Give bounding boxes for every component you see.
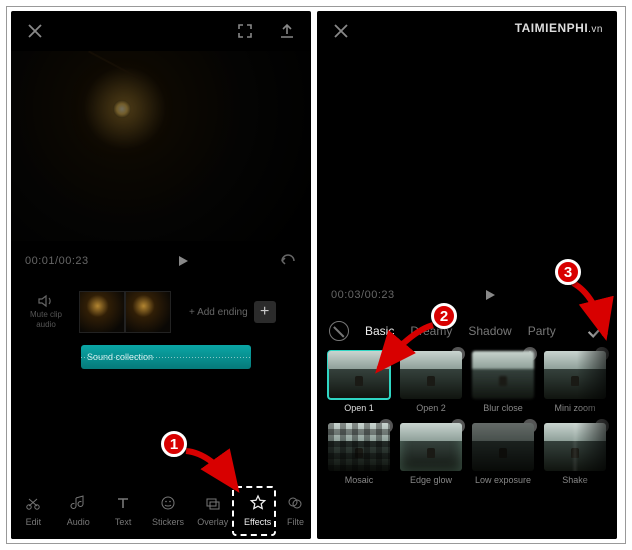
effect-edge-glow[interactable]: Edge glow [399,423,463,485]
watermark: TAIMIENPHI.vn [515,21,603,35]
fullscreen-icon[interactable] [235,21,255,41]
effects-grid: Open 1 Open 2 Blur close Mini zoom Mosai [317,351,617,495]
tool-label: Audio [67,517,90,527]
tool-label: Effects [244,517,271,527]
mute-clip-audio-button[interactable]: Mute clip audio [21,294,71,329]
no-effect-icon[interactable] [329,321,349,341]
scissors-icon [24,493,42,513]
phone-left: 00:01/00:23 Mute clip audio + Add endi [11,11,311,539]
annotation-badge-2: 2 [431,303,457,329]
timecode: 00:03/00:23 [331,289,395,301]
tool-label: Filte [287,517,304,527]
tutorial-frame: 00:01/00:23 Mute clip audio + Add endi [6,6,626,544]
timecode: 00:01/00:23 [25,255,89,267]
effect-mini-zoom[interactable]: Mini zoom [543,351,607,413]
tool-label: Overlay [197,517,228,527]
video-clip[interactable] [79,291,171,333]
play-icon[interactable] [173,251,193,271]
tab-party[interactable]: Party [528,324,556,338]
effect-label: Open 1 [344,403,374,413]
effect-label: Mosaic [345,475,374,485]
filters-icon [286,493,304,513]
play-icon[interactable] [480,285,500,305]
bottom-toolbar: Edit Audio Text Stickers Overlay Effects [11,481,311,539]
video-preview[interactable] [317,51,617,275]
tab-shadow[interactable]: Shadow [468,324,511,338]
edit-tool[interactable]: Edit [11,493,55,527]
tool-label: Stickers [152,517,184,527]
audio-tool[interactable]: Audio [56,493,100,527]
effect-label: Edge glow [410,475,452,485]
music-note-icon [69,493,87,513]
filters-tool[interactable]: Filte [280,493,310,527]
tool-label: Text [115,517,132,527]
audio-clip[interactable]: Sound collection [81,345,251,369]
tool-label: Edit [26,517,42,527]
video-preview[interactable] [11,51,311,241]
effect-label: Open 2 [416,403,446,413]
annotation-arrow-3 [567,277,617,347]
effect-mosaic[interactable]: Mosaic [327,423,391,485]
effect-label: Mini zoom [554,403,595,413]
effect-label: Low exposure [475,475,531,485]
export-icon[interactable] [277,21,297,41]
annotation-arrow-2 [371,319,441,379]
annotation-badge-1: 1 [161,431,187,457]
effect-blur-close[interactable]: Blur close [471,351,535,413]
smile-icon [159,493,177,513]
effect-shake[interactable]: Shake [543,423,607,485]
phone-right: TAIMIENPHI.vn 00:03/00:23 Basic Dreamy S… [317,11,617,539]
undo-icon[interactable] [277,251,297,271]
plus-icon: + [254,301,276,323]
effect-label: Shake [562,475,588,485]
annotation-badge-3: 3 [555,259,581,285]
text-tool[interactable]: Text [101,493,145,527]
transport-bar: 00:01/00:23 [11,241,311,281]
close-icon[interactable] [331,21,351,41]
annotation-arrow-1 [181,443,251,503]
effect-label: Blur close [483,403,523,413]
effect-low-exposure[interactable]: Low exposure [471,423,535,485]
add-ending-button[interactable]: + Add ending + [189,301,276,323]
close-icon[interactable] [25,21,45,41]
editor-topbar [11,11,311,51]
text-icon [114,493,132,513]
star-icon [249,493,267,513]
